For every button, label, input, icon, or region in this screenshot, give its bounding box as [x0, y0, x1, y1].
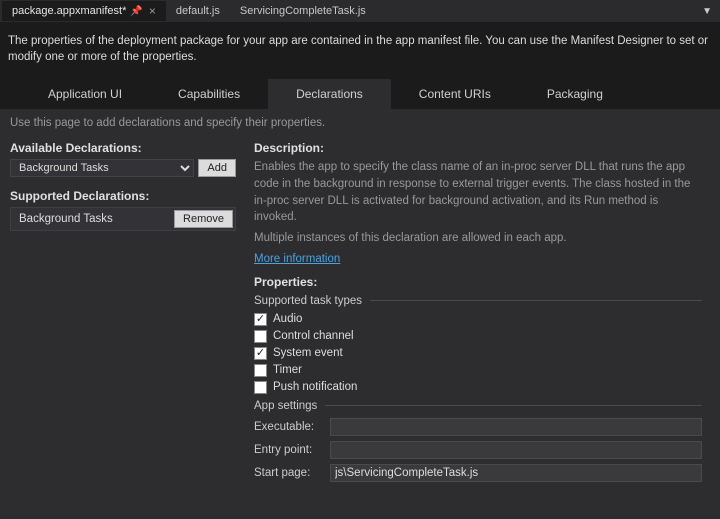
tab-declarations[interactable]: Declarations	[268, 79, 391, 109]
description-text-2: Multiple instances of this declaration a…	[254, 230, 702, 247]
checkbox-system-event[interactable]: ✓	[254, 347, 267, 360]
properties-label: Properties:	[254, 275, 702, 289]
subsection-label: Supported task types	[254, 295, 362, 307]
check-label: Push notification	[273, 381, 357, 393]
check-label: Timer	[273, 364, 302, 376]
supported-declaration-item[interactable]: Background Tasks Remove	[10, 207, 236, 231]
checkbox-timer[interactable]	[254, 364, 267, 377]
app-settings-header: App settings	[254, 400, 702, 412]
add-button[interactable]: Add	[198, 159, 236, 177]
supported-declarations-label: Supported Declarations:	[10, 189, 236, 203]
tab-packaging[interactable]: Packaging	[519, 79, 631, 109]
supported-item-label: Background Tasks	[19, 213, 174, 225]
more-information-link[interactable]: More information	[254, 253, 340, 265]
tab-application-ui[interactable]: Application UI	[20, 79, 150, 109]
content-area: Use this page to add declarations and sp…	[0, 109, 720, 516]
pin-icon[interactable]: 📌	[130, 6, 142, 17]
checkbox-audio[interactable]: ✓	[254, 313, 267, 326]
doc-tab-label: default.js	[176, 5, 220, 17]
declarations-panel: Available Declarations: Background Tasks…	[10, 141, 236, 486]
properties-panel: Description: Enables the app to specify …	[254, 141, 710, 486]
doc-tab-label: ServicingCompleteTask.js	[240, 5, 366, 17]
divider	[370, 300, 702, 301]
check-timer: Timer	[254, 364, 702, 377]
start-page-label: Start page:	[254, 467, 322, 479]
doc-tab-servicing-js[interactable]: ServicingCompleteTask.js	[230, 2, 376, 20]
divider	[325, 405, 702, 406]
description-label: Description:	[254, 141, 702, 155]
start-page-input[interactable]	[330, 464, 702, 482]
tab-capabilities[interactable]: Capabilities	[150, 79, 268, 109]
check-push-notification: Push notification	[254, 381, 702, 394]
entry-point-label: Entry point:	[254, 444, 322, 456]
checkbox-push-notification[interactable]	[254, 381, 267, 394]
supported-task-types-header: Supported task types	[254, 295, 702, 307]
manifest-tabs: Application UI Capabilities Declarations…	[0, 79, 720, 109]
doc-tab-label: package.appxmanifest*	[12, 5, 126, 17]
check-system-event: ✓ System event	[254, 347, 702, 360]
tab-content-uris[interactable]: Content URIs	[391, 79, 519, 109]
check-control-channel: Control channel	[254, 330, 702, 343]
executable-input[interactable]	[330, 418, 702, 436]
check-audio: ✓ Audio	[254, 313, 702, 326]
doc-tab-manifest[interactable]: package.appxmanifest* 📌 ×	[2, 1, 166, 21]
doc-tab-default-js[interactable]: default.js	[166, 2, 230, 20]
description-text-1: Enables the app to specify the class nam…	[254, 159, 702, 226]
check-label: Audio	[273, 313, 302, 325]
subsection-label: App settings	[254, 400, 317, 412]
intro-text: The properties of the deployment package…	[0, 22, 720, 79]
entry-point-input[interactable]	[330, 441, 702, 459]
executable-label: Executable:	[254, 421, 322, 433]
tabs-overflow-icon[interactable]: ▼	[694, 6, 720, 17]
available-declarations-label: Available Declarations:	[10, 141, 236, 155]
check-label: System event	[273, 347, 343, 359]
checkbox-control-channel[interactable]	[254, 330, 267, 343]
close-icon[interactable]: ×	[149, 4, 156, 18]
remove-button[interactable]: Remove	[174, 210, 233, 228]
available-declarations-select[interactable]: Background Tasks	[10, 159, 194, 177]
page-hint: Use this page to add declarations and sp…	[10, 117, 710, 129]
document-tab-bar: package.appxmanifest* 📌 × default.js Ser…	[0, 0, 720, 22]
check-label: Control channel	[273, 330, 354, 342]
